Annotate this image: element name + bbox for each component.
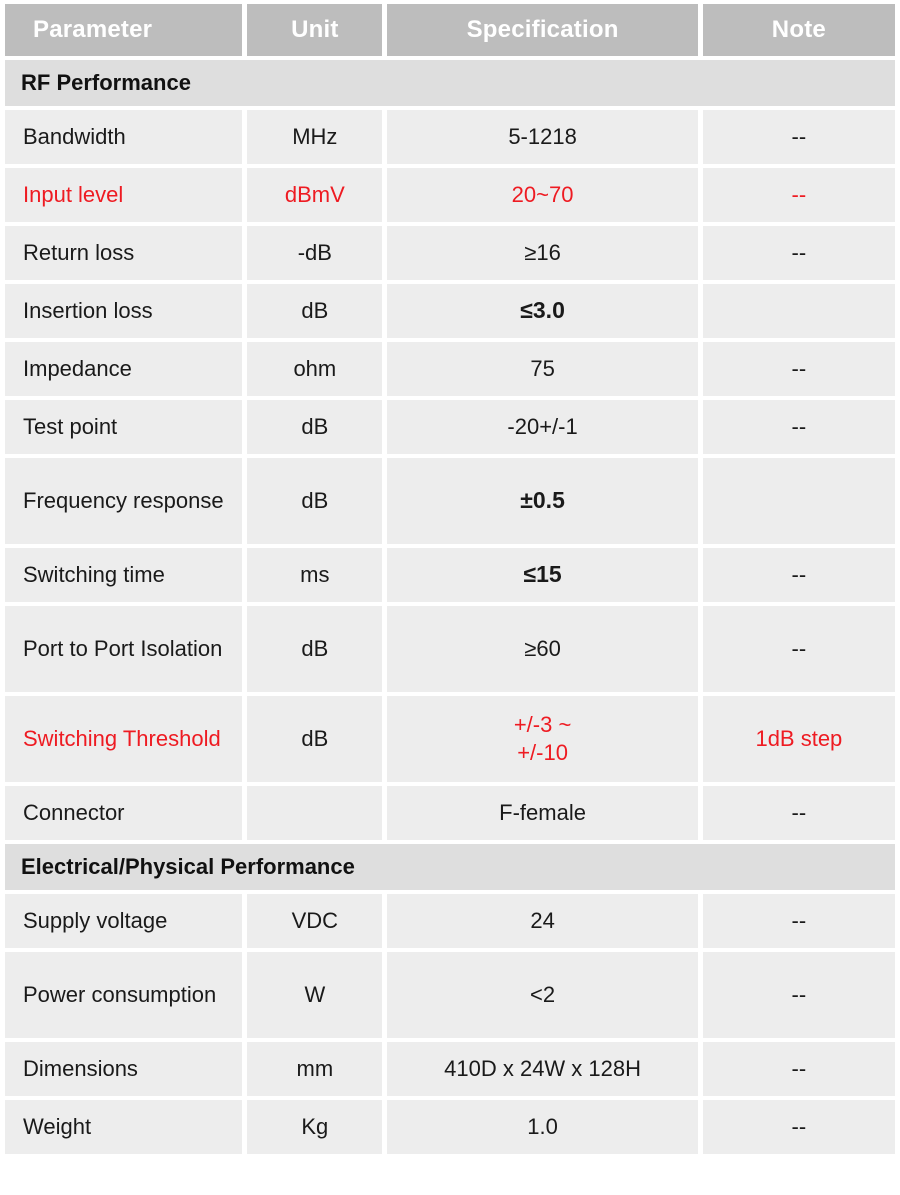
cell-note bbox=[702, 284, 895, 338]
column-header-unit: Unit bbox=[247, 4, 383, 56]
table-row-dimensions: Dimensions mm 410D x 24W x 128H -- bbox=[5, 1042, 895, 1096]
cell-note: -- bbox=[702, 1100, 895, 1154]
cell-note: -- bbox=[702, 400, 895, 454]
cell-specification: 75 bbox=[387, 342, 698, 396]
table-row-impedance: Impedance ohm 75 -- bbox=[5, 342, 895, 396]
cell-parameter: Port to Port Isolation bbox=[5, 606, 243, 692]
table-row-bandwidth: Bandwidth MHz 5-1218 -- bbox=[5, 110, 895, 164]
cell-parameter: Impedance bbox=[5, 342, 243, 396]
cell-parameter: Frequency response bbox=[5, 458, 243, 544]
cell-specification: <2 bbox=[387, 952, 698, 1038]
cell-note: -- bbox=[702, 606, 895, 692]
table-header-row: Parameter Unit Specification Note bbox=[5, 4, 895, 56]
cell-parameter: Weight bbox=[5, 1100, 243, 1154]
table-row-switching-threshold: Switching Threshold dB +/-3 ~ +/-10 1dB … bbox=[5, 696, 895, 782]
cell-unit: dB bbox=[247, 606, 383, 692]
cell-parameter: Return loss bbox=[5, 226, 243, 280]
table-row-frequency-response: Frequency response dB ±0.5 bbox=[5, 458, 895, 544]
cell-specification: ≤15 bbox=[387, 548, 698, 602]
table-row-input-level: Input level dBmV 20~70 -- bbox=[5, 168, 895, 222]
cell-note: -- bbox=[702, 226, 895, 280]
cell-unit: dB bbox=[247, 696, 383, 782]
cell-note: -- bbox=[702, 548, 895, 602]
table-row-weight: Weight Kg 1.0 -- bbox=[5, 1100, 895, 1154]
table-row-return-loss: Return loss -dB ≥16 -- bbox=[5, 226, 895, 280]
cell-note: -- bbox=[702, 342, 895, 396]
cell-parameter: Bandwidth bbox=[5, 110, 243, 164]
section-header-row: RF Performance bbox=[5, 60, 895, 106]
section-header-row: Electrical/Physical Performance bbox=[5, 844, 895, 890]
cell-parameter: Switching Threshold bbox=[5, 696, 243, 782]
cell-unit: VDC bbox=[247, 894, 383, 948]
cell-note: -- bbox=[702, 952, 895, 1038]
cell-parameter: Test point bbox=[5, 400, 243, 454]
cell-parameter: Input level bbox=[5, 168, 243, 222]
cell-note: -- bbox=[702, 168, 895, 222]
cell-unit: Kg bbox=[247, 1100, 383, 1154]
cell-unit: mm bbox=[247, 1042, 383, 1096]
cell-unit: MHz bbox=[247, 110, 383, 164]
cell-parameter: Insertion loss bbox=[5, 284, 243, 338]
cell-parameter: Connector bbox=[5, 786, 243, 840]
cell-specification: -20+/-1 bbox=[387, 400, 698, 454]
cell-parameter: Dimensions bbox=[5, 1042, 243, 1096]
table-row-insertion-loss: Insertion loss dB ≤3.0 bbox=[5, 284, 895, 338]
table-row-test-point: Test point dB -20+/-1 -- bbox=[5, 400, 895, 454]
cell-note: -- bbox=[702, 110, 895, 164]
cell-note: -- bbox=[702, 786, 895, 840]
cell-parameter: Supply voltage bbox=[5, 894, 243, 948]
cell-specification: ≥60 bbox=[387, 606, 698, 692]
cell-specification: 410D x 24W x 128H bbox=[387, 1042, 698, 1096]
cell-specification: ≥16 bbox=[387, 226, 698, 280]
cell-specification: 24 bbox=[387, 894, 698, 948]
specification-table: Parameter Unit Specification Note RF Per… bbox=[0, 0, 900, 1158]
section-title-rf-performance: RF Performance bbox=[5, 60, 895, 106]
cell-unit: dB bbox=[247, 458, 383, 544]
table-row-power-consumption: Power consumption W <2 -- bbox=[5, 952, 895, 1038]
cell-note: -- bbox=[702, 1042, 895, 1096]
cell-unit: dB bbox=[247, 284, 383, 338]
table-row-port-to-port-isolation: Port to Port Isolation dB ≥60 -- bbox=[5, 606, 895, 692]
cell-unit: W bbox=[247, 952, 383, 1038]
cell-unit: -dB bbox=[247, 226, 383, 280]
cell-unit: ms bbox=[247, 548, 383, 602]
cell-unit: dB bbox=[247, 400, 383, 454]
cell-unit: ohm bbox=[247, 342, 383, 396]
table-row-connector: Connector F-female -- bbox=[5, 786, 895, 840]
cell-note: 1dB step bbox=[702, 696, 895, 782]
cell-specification: 1.0 bbox=[387, 1100, 698, 1154]
cell-note: -- bbox=[702, 894, 895, 948]
cell-note bbox=[702, 458, 895, 544]
cell-specification: +/-3 ~ +/-10 bbox=[387, 696, 698, 782]
cell-parameter: Switching time bbox=[5, 548, 243, 602]
cell-specification: F-female bbox=[387, 786, 698, 840]
cell-parameter: Power consumption bbox=[5, 952, 243, 1038]
cell-specification: 5-1218 bbox=[387, 110, 698, 164]
table-row-supply-voltage: Supply voltage VDC 24 -- bbox=[5, 894, 895, 948]
table-row-switching-time: Switching time ms ≤15 -- bbox=[5, 548, 895, 602]
section-title-electrical-physical-performance: Electrical/Physical Performance bbox=[5, 844, 895, 890]
cell-specification: ±0.5 bbox=[387, 458, 698, 544]
cell-unit: dBmV bbox=[247, 168, 383, 222]
column-header-note: Note bbox=[702, 4, 895, 56]
column-header-specification: Specification bbox=[387, 4, 698, 56]
cell-specification: ≤3.0 bbox=[387, 284, 698, 338]
cell-unit bbox=[247, 786, 383, 840]
cell-specification: 20~70 bbox=[387, 168, 698, 222]
column-header-parameter: Parameter bbox=[5, 4, 243, 56]
